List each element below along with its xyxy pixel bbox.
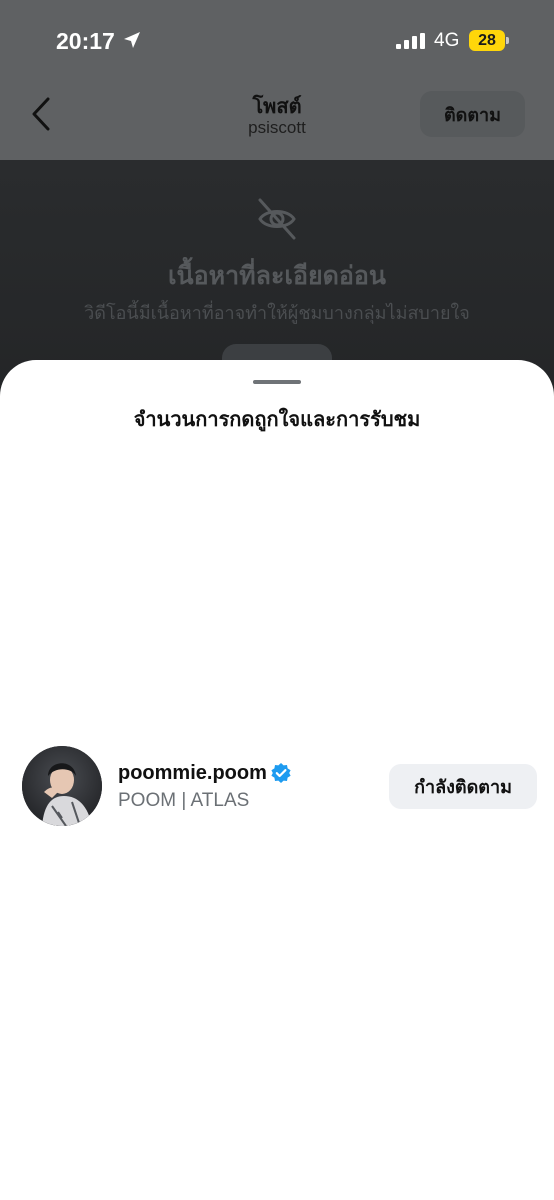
verified-badge-icon [271, 763, 291, 783]
likes-views-sheet: จำนวนการกดถูกใจและการรับชม poommie.poom [0, 360, 554, 1200]
sensitive-content-description: วิดีโอนี้มีเนื้อหาที่อาจทำให้ผู้ชมบางกลุ… [84, 303, 470, 323]
sheet-grabber[interactable] [253, 380, 301, 384]
sensitive-content-title: เนื้อหาที่ละเอียดอ่อน [168, 262, 386, 290]
follow-button[interactable]: ติดตาม [420, 91, 525, 137]
location-arrow-icon [124, 32, 140, 48]
signal-bars-icon [396, 33, 425, 49]
avatar[interactable] [22, 746, 102, 826]
following-button[interactable]: กำลังติดตาม [389, 764, 537, 809]
sheet-title: จำนวนการกดถูกใจและการรับชม [133, 409, 421, 431]
status-time: 20:17 [56, 28, 115, 54]
eye-off-icon [258, 198, 296, 240]
network-label: 4G [434, 30, 460, 51]
list-item[interactable]: poommie.poom POOM | ATLAS กำลังติดตาม [0, 746, 554, 828]
battery-tip [506, 37, 509, 44]
username[interactable]: poommie.poom [118, 762, 267, 785]
profile-photo [22, 746, 102, 826]
battery-indicator: 28 [469, 30, 505, 51]
user-full-name: POOM | ATLAS [118, 790, 250, 811]
status-bar: 20:17 4G 28 [0, 0, 554, 84]
